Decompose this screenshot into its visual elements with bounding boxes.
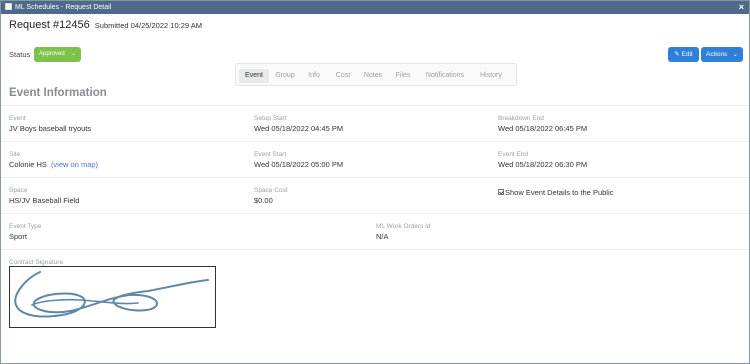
divider [1,213,749,214]
tab-cost[interactable]: Cost [332,69,354,83]
show-details-label: Show Event Details to the Public [505,188,614,197]
field-value-row: Colonie HS (view on map) [9,159,98,170]
field-work-orders: ML Work Orders Id N/A [376,222,431,242]
field-label: ML Work Orders Id [376,223,431,230]
show-details-toggle[interactable]: Show Event Details to the Public [498,188,613,197]
edit-button[interactable]: ✎ Edit [668,47,699,62]
tab-group[interactable]: Group [272,69,298,83]
field-label: Event Type [9,223,42,230]
status-value: Approved [39,51,65,57]
tab-event[interactable]: Event [239,69,269,83]
field-value: Sport [9,232,27,241]
divider [1,141,749,142]
close-icon[interactable]: × [739,1,744,14]
window-titlebar[interactable]: ML Schedules - Request Detail × [1,1,749,14]
field-space-cost: Space Cost $0.00 [254,186,288,206]
field-value: Wed 05/18/2022 04:45 PM [254,124,344,133]
window-title: ML Schedules - Request Detail [15,4,112,11]
field-label: Event End [498,151,528,158]
field-site: Site Colonie HS (view on map) [9,150,98,170]
field-space: Space HS/JV Baseball Field [9,186,79,206]
tab-files[interactable]: Files [393,69,413,83]
window-icon [5,3,12,10]
field-breakdown-end: Breakdown End Wed 05/18/2022 06:45 PM [498,114,587,134]
divider [1,249,749,250]
page-title: Request #12456 Submitted 04/25/2022 10:2… [9,19,202,31]
field-value: $0.00 [254,196,273,205]
checkbox-icon[interactable] [498,189,504,195]
field-label: Site [9,151,21,158]
field-label: Setup Start [254,115,287,122]
tab-notes[interactable]: Notes [360,69,386,83]
chevron-down-icon: ⌄ [732,51,738,58]
field-label: Event [9,115,26,122]
field-event-start: Event Start Wed 05/18/2022 05:00 PM [254,150,343,170]
field-value: JV Boys baseball tryouts [9,124,92,133]
status-dropdown[interactable]: Approved ⌄ [34,47,81,62]
field-value: HS/JV Baseball Field [9,196,80,205]
tab-history[interactable]: History [476,69,506,83]
actions-label: Actions [706,51,728,58]
field-value: Wed 05/18/2022 05:00 PM [254,160,344,169]
edit-label: Edit [681,51,693,58]
actions-dropdown-button[interactable]: Actions ⌄ [701,47,743,62]
field-label: Event Start [254,151,287,158]
field-value: N/A [376,232,389,241]
field-label: Space [9,187,28,194]
chevron-down-icon: ⌄ [70,51,76,57]
field-event-end: Event End Wed 05/18/2022 06:30 PM [498,150,587,170]
pencil-icon: ✎ [674,51,680,58]
field-event: Event JV Boys baseball tryouts [9,114,91,134]
field-label: Breakdown End [498,115,544,122]
request-number: Request #12456 [9,19,90,31]
field-event-type: Event Type Sport [9,222,41,242]
status-label: Status [9,50,31,59]
field-setup-start: Setup Start Wed 05/18/2022 04:45 PM [254,114,343,134]
field-value: Colonie HS [9,160,47,169]
tab-notifications[interactable]: Notifications [421,69,469,83]
submitted-date: Submitted 04/25/2022 10:29 AM [94,21,202,30]
section-title: Event Information [9,87,107,99]
detail-tabs: Event Group Info Cost Notes Files Notifi… [235,63,517,86]
signature-image [14,271,209,318]
field-value: Wed 05/18/2022 06:30 PM [498,160,588,169]
field-label: Space Cost [254,187,288,194]
view-on-map-link[interactable]: (view on map) [51,160,98,169]
tab-info[interactable]: Info [304,69,324,83]
field-value: Wed 05/18/2022 06:45 PM [498,124,588,133]
contract-signature [9,266,216,328]
divider [1,105,749,106]
divider [1,177,749,178]
request-detail-window: ML Schedules - Request Detail × Request … [0,0,750,364]
